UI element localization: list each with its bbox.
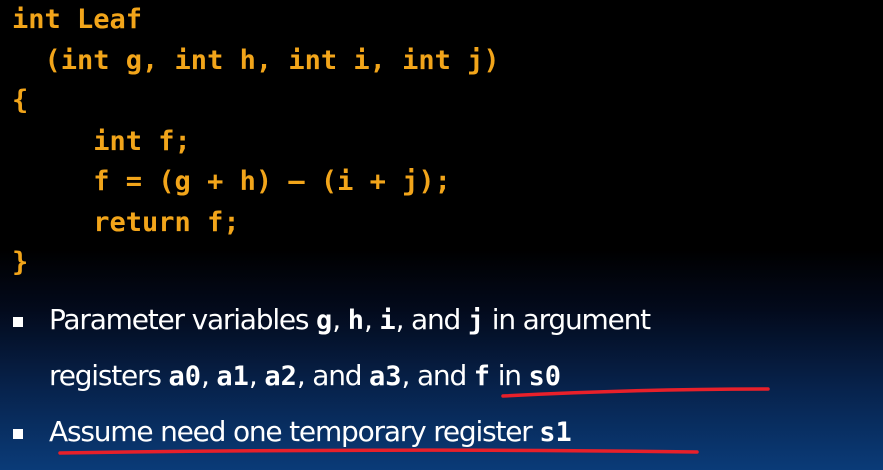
text: , [363, 303, 380, 336]
code-line: int Leaf [12, 4, 143, 35]
square-bullet-icon [13, 429, 23, 439]
text: in argument [484, 303, 651, 336]
code-line: return f; [12, 206, 240, 238]
code-block: int Leaf (int g, int h, int i, int j) { … [12, 0, 500, 284]
bullet-list: Parameter variables g, h, i, and j in ar… [0, 292, 883, 460]
code-line: { [12, 85, 29, 116]
code-line: } [12, 247, 29, 278]
code-var: a3 [369, 361, 402, 392]
code-var: s1 [539, 417, 572, 448]
square-bullet-icon [13, 317, 23, 327]
code-line: int f; [12, 125, 191, 157]
text: registers [49, 359, 169, 392]
text: , and [296, 359, 370, 392]
bullet-item-parameters: Parameter variables g, h, i, and j in ar… [0, 292, 883, 404]
code-line: (int g, int h, int i, int j) [12, 44, 500, 76]
code-line: f = (g + h) – (i + j); [12, 166, 451, 197]
text: , [332, 303, 348, 336]
text: , [201, 359, 217, 392]
text: , [248, 359, 265, 392]
text: Assume need one temporary register [49, 415, 540, 448]
code-var: h [347, 305, 364, 336]
code-var: a2 [264, 361, 297, 392]
code-var: s0 [528, 361, 562, 392]
code-var: a0 [168, 361, 201, 392]
code-var: j [467, 305, 485, 336]
text: , and [395, 303, 468, 336]
text: , and [401, 359, 474, 392]
text: in [490, 359, 529, 392]
bullet-item-temporary: Assume need one temporary register s1 [0, 404, 883, 460]
code-var: i [379, 305, 396, 336]
code-var: a1 [216, 361, 249, 392]
text: Parameter variables [49, 303, 317, 336]
code-var: g [316, 305, 333, 336]
code-var: f [473, 361, 490, 392]
